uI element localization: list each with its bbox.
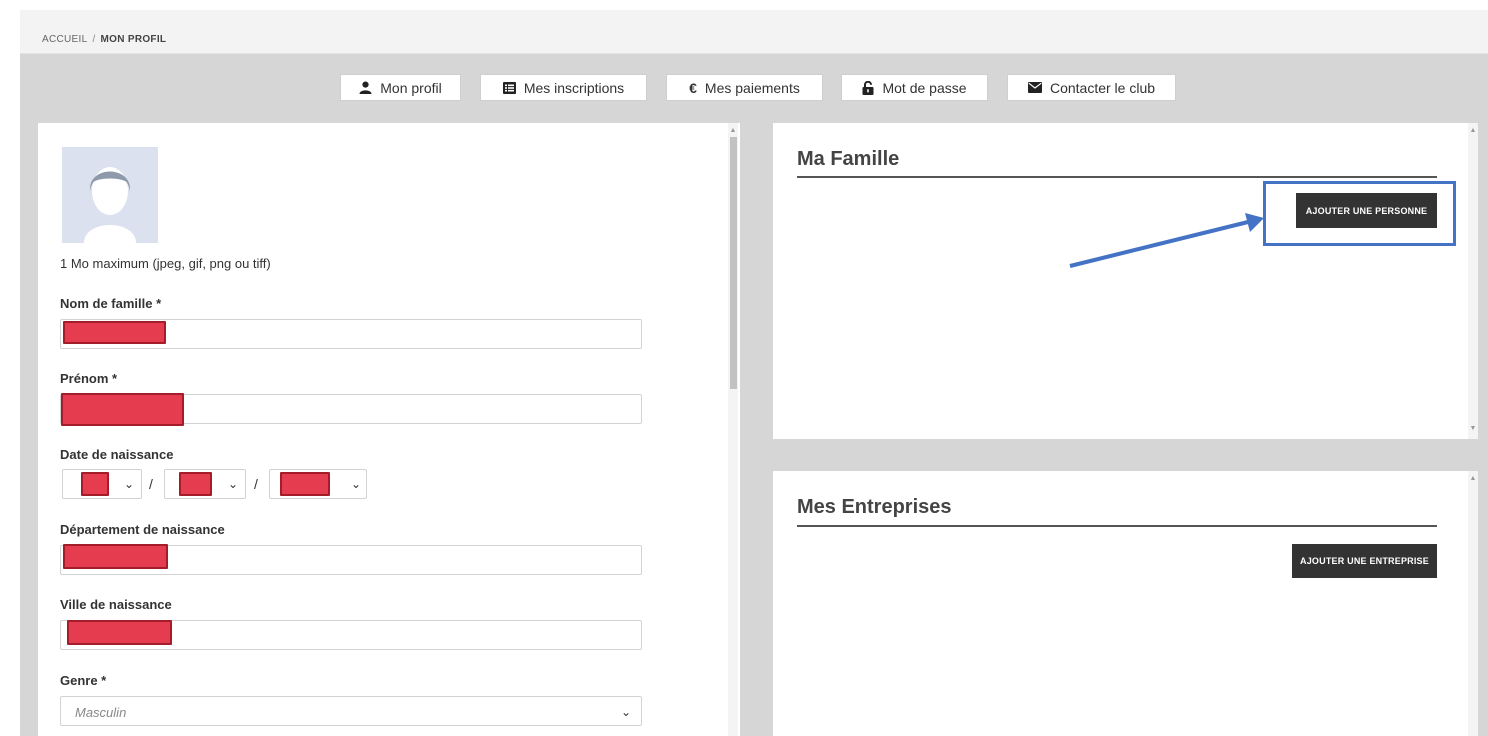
page-frame: ACCUEIL / MON PROFIL Mon profil Mes inscri…: [20, 10, 1488, 736]
annotation-arrow-icon: [1069, 213, 1264, 268]
